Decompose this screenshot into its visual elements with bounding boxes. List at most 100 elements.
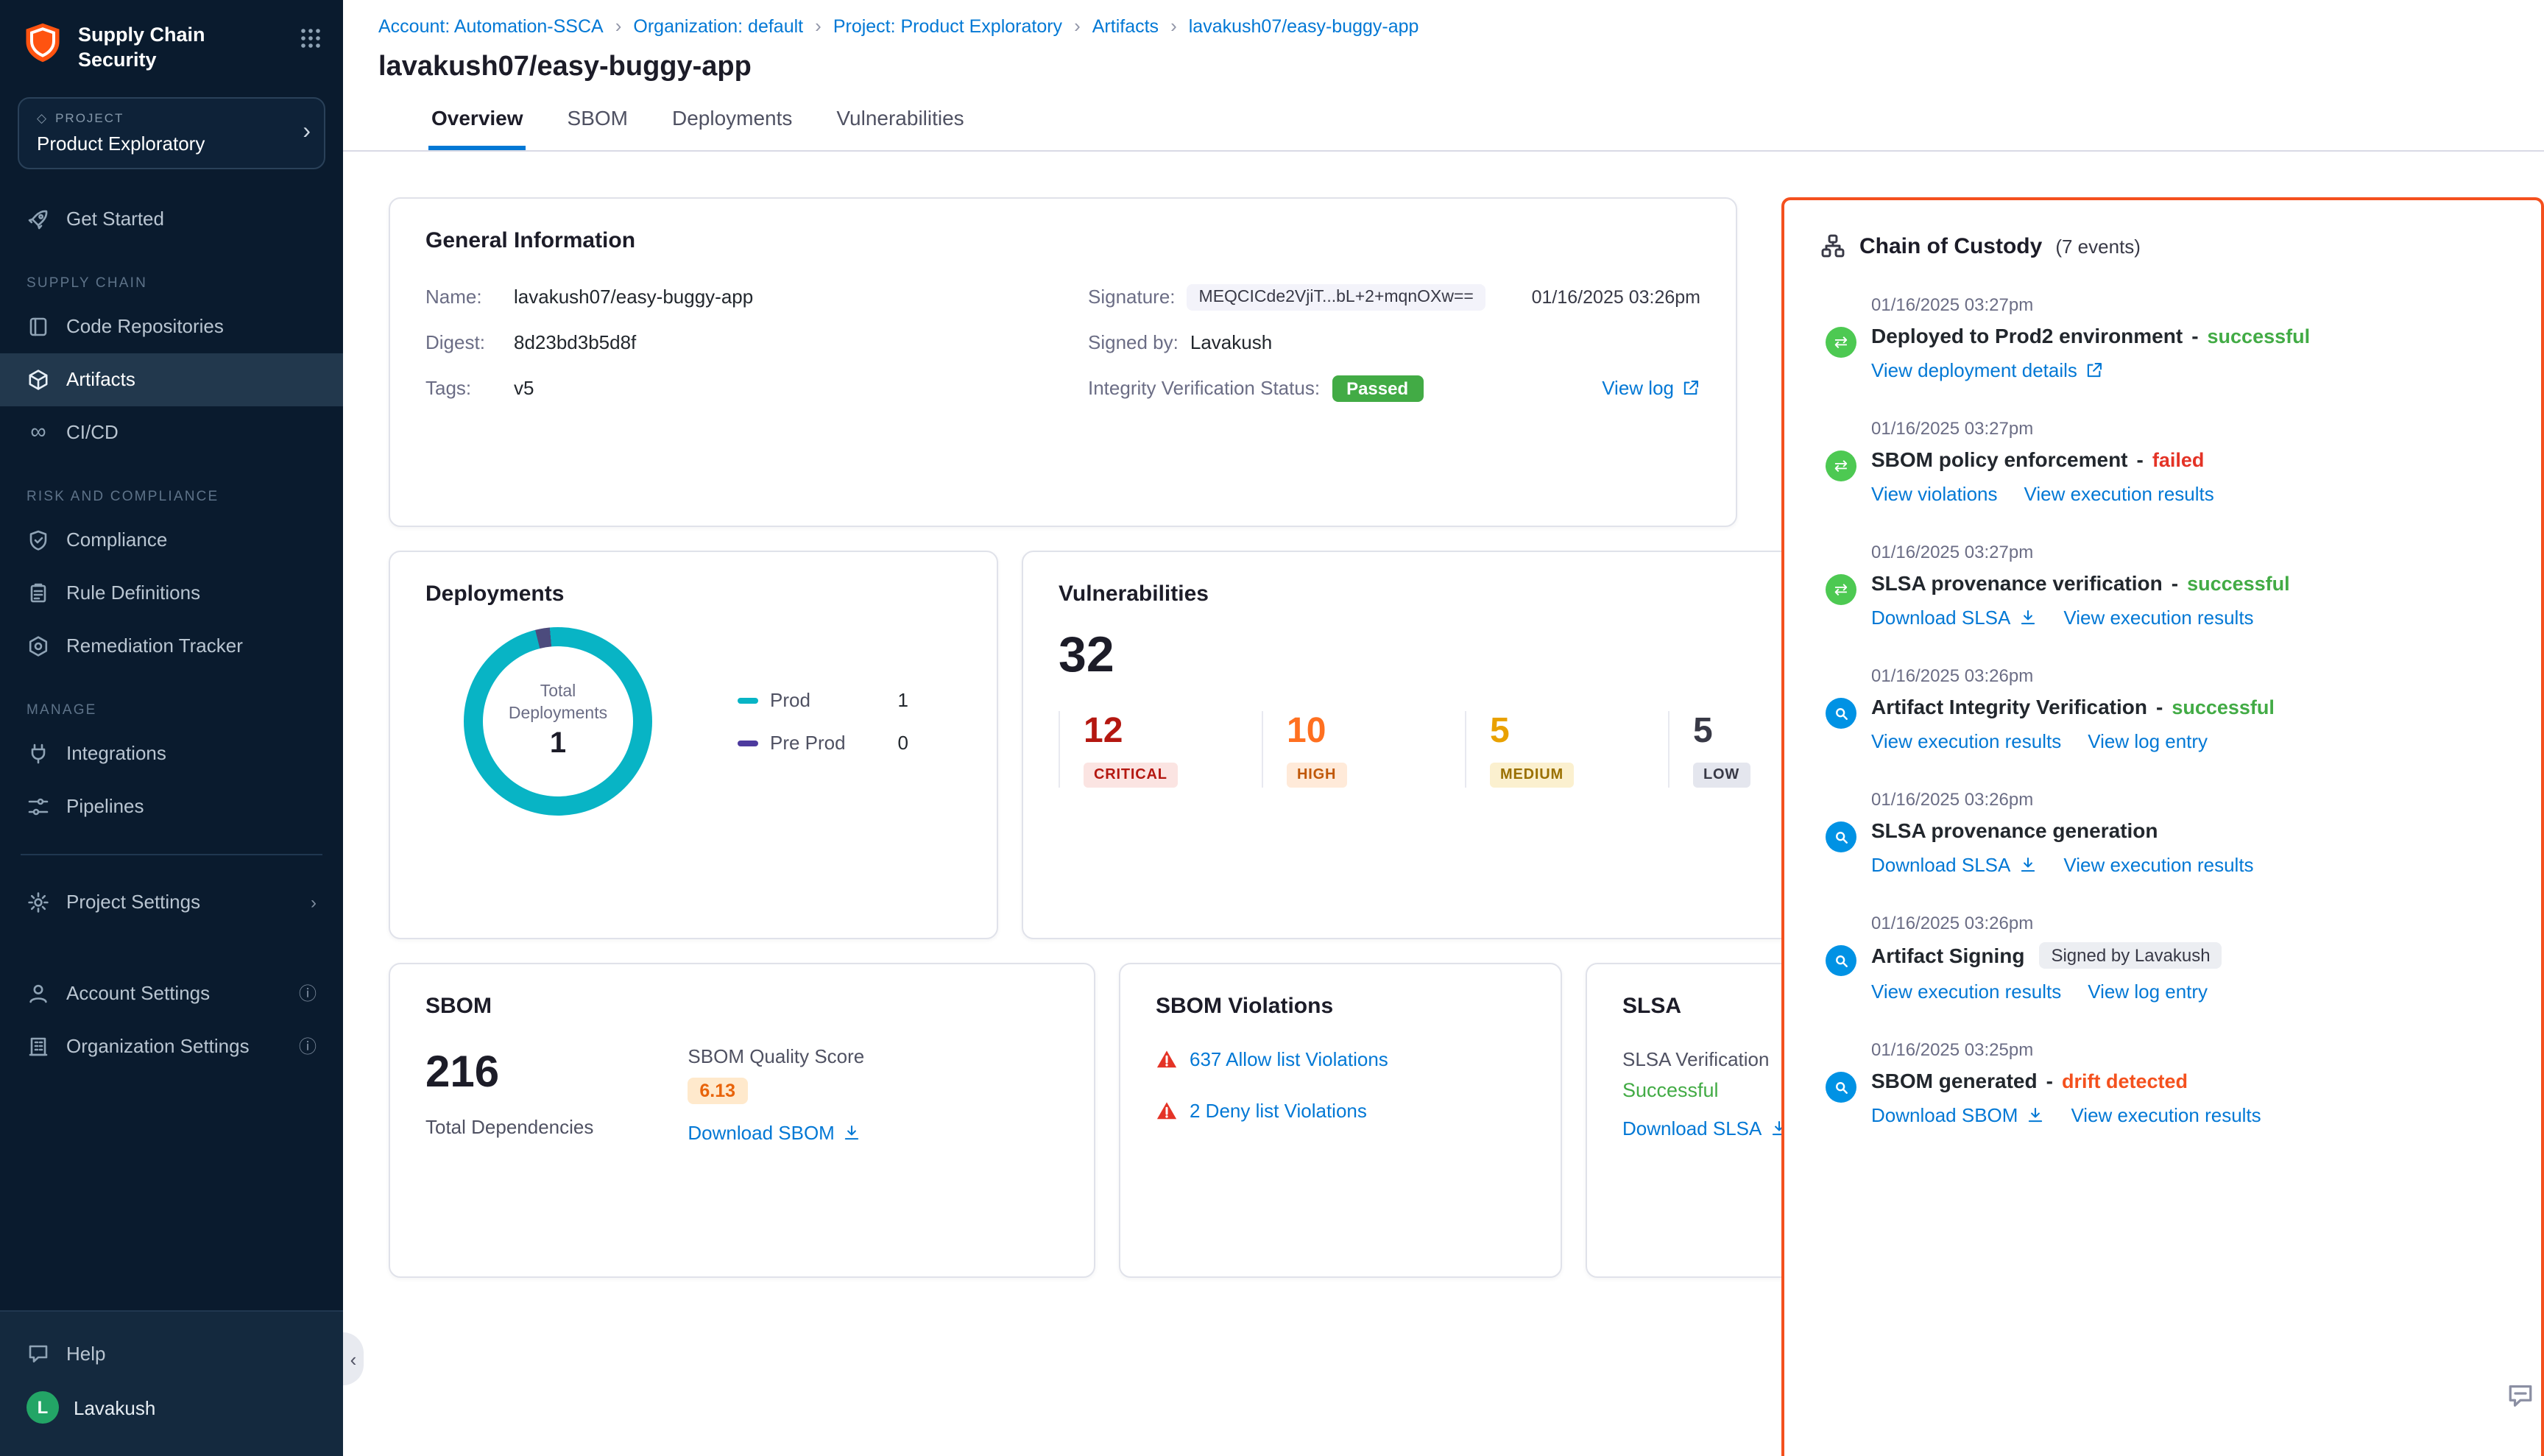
sbom-total-label: Total Dependencies [425,1116,593,1138]
card-title: SLSA [1622,994,1788,1019]
sidebar-item-label: Project Settings [66,891,200,913]
legend-label: Prod [770,689,810,711]
severity-count: 12 [1084,711,1262,752]
sidebar-item-account-settings[interactable]: Account Settings ⓘ [0,967,343,1020]
event-title: SBOM generated [1871,1069,2038,1092]
download-slsa-link[interactable]: Download SLSA [1871,607,2037,629]
event-title: Deployed to Prod2 environment [1871,324,2183,347]
view-deployment-details-link[interactable]: View deployment details [1871,359,2104,381]
event-title: Artifact Signing [1871,944,2024,967]
vulnerabilities-card: Vulnerabilities 32 12 CRITICAL 10 HIGH 5 [1022,551,1908,939]
breadcrumb-account[interactable]: Account: Automation-SSCA [378,15,604,36]
event-separator: - [2137,448,2144,471]
sidebar-item-code-repositories[interactable]: Code Repositories [0,300,343,353]
view-execution-results-link[interactable]: View execution results [1871,980,2061,1003]
breadcrumb-separator-icon: › [1170,15,1177,37]
sidebar-item-help[interactable]: Help [0,1326,343,1379]
legend-dash-icon [738,697,758,703]
rocket-icon [26,208,50,231]
view-execution-results-link[interactable]: View execution results [2063,854,2253,876]
coc-event-slsa-provenance-generation: 01/16/2025 03:26pm SLSA provenance gener… [1820,789,2506,876]
integrity-status-label: Integrity Verification Status: [1088,377,1320,399]
breadcrumb-organization[interactable]: Organization: default [633,15,803,36]
cards-area: General Information Name: lavakush07/eas… [389,197,1737,1278]
view-violations-link[interactable]: View violations [1871,483,1998,505]
view-log-link[interactable]: View log [1602,377,1700,399]
slsa-verification-status: Successful [1622,1079,1788,1101]
legend-item-prod: Prod 1 [738,689,908,711]
severity-chip: LOW [1693,763,1750,788]
card-title: Vulnerabilities [1059,582,1871,607]
severity-breakdown: 12 CRITICAL 10 HIGH 5 MEDIUM 5 [1059,711,1871,788]
event-title: Artifact Integrity Verification [1871,695,2147,718]
info-icon[interactable]: ⓘ [299,981,317,1006]
legend-value: 1 [898,689,908,711]
app-title: Supply Chain Security [78,21,286,74]
chain-of-custody-title: Chain of Custody [1859,233,2042,258]
event-timestamp: 01/16/2025 03:27pm [1871,542,2506,562]
sidebar-footer: Help L Lavakush [0,1310,343,1456]
download-slsa-link[interactable]: Download SLSA [1871,854,2037,876]
sidebar-item-label: Pipelines [66,796,144,818]
supply-chain-security-logo-icon [21,21,65,65]
module-grid-icon[interactable] [299,26,322,50]
download-icon [2018,855,2037,874]
card-title: General Information [425,228,1700,253]
download-icon [2025,1106,2044,1125]
sidebar-item-label: Help [66,1342,106,1364]
card-title: Deployments [425,582,961,607]
sidebar-item-pipelines[interactable]: Pipelines [0,780,343,833]
event-timestamp: 01/16/2025 03:26pm [1871,665,2506,686]
link-label: Download SLSA [1871,607,2010,629]
event-timestamp: 01/16/2025 03:27pm [1871,418,2506,439]
coc-event-artifact-integrity-verification: 01/16/2025 03:26pm Artifact Integrity Ve… [1820,665,2506,752]
sidebar-item-remediation-tracker[interactable]: Remediation Tracker [0,620,343,673]
view-log-entry-link[interactable]: View log entry [2088,980,2208,1003]
warning-triangle-icon [1156,1100,1178,1122]
person-icon [26,982,50,1006]
tab-sbom[interactable]: SBOM [565,106,631,150]
tab-vulnerabilities[interactable]: Vulnerabilities [833,106,967,150]
user-menu[interactable]: L Lavakush [0,1379,343,1435]
coc-event-artifact-signing: 01/16/2025 03:26pm Artifact Signing Sign… [1820,913,2506,1003]
sidebar-item-compliance[interactable]: Compliance [0,514,343,567]
project-selector[interactable]: ◇ PROJECT Product Exploratory › [18,97,325,169]
view-execution-results-link[interactable]: View execution results [1871,730,2061,752]
sidebar-item-project-settings[interactable]: Project Settings › [0,876,343,929]
download-slsa-link[interactable]: Download SLSA [1622,1117,1788,1139]
sidebar-item-cicd[interactable]: ∞ CI/CD [0,406,343,459]
legend-label: Pre Prod [770,732,846,754]
tab-deployments[interactable]: Deployments [669,106,795,150]
info-icon[interactable]: ⓘ [299,1034,317,1059]
view-log-entry-link[interactable]: View log entry [2088,730,2208,752]
sidebar-item-get-started[interactable]: Get Started [0,193,343,246]
sitemap-icon [1820,233,1846,259]
allow-list-violations-link[interactable]: 637 Allow list Violations [1190,1048,1388,1070]
app-logo-row: Supply Chain Security [0,0,343,74]
tab-overview[interactable]: Overview [428,106,526,150]
download-sbom-link[interactable]: Download SBOM [688,1122,861,1144]
breadcrumb-artifacts[interactable]: Artifacts [1092,15,1159,36]
signed-by-value: Lavakush [1190,331,1272,353]
chevron-right-icon: › [303,120,311,146]
feedback-bubble-icon[interactable] [2506,1381,2535,1418]
link-label: Download SBOM [1871,1104,2018,1126]
sidebar-item-integrations[interactable]: Integrations [0,727,343,780]
sidebar-item-rule-definitions[interactable]: Rule Definitions [0,567,343,620]
sidebar-item-organization-settings[interactable]: Organization Settings ⓘ [0,1020,343,1073]
view-execution-results-link[interactable]: View execution results [2063,607,2253,629]
severity-chip: HIGH [1287,763,1346,788]
legend-value: 0 [898,732,908,754]
signed-by-badge: Signed by Lavakush [2039,942,2222,969]
download-icon [2018,608,2037,627]
view-execution-results-link[interactable]: View execution results [2071,1104,2261,1126]
app-title-line1: Supply Chain [78,24,286,49]
breadcrumb-current-artifact[interactable]: lavakush07/easy-buggy-app [1189,15,1419,36]
signature-value-chip: MEQCICde2VjiT...bL+2+mqnOXw== [1187,283,1485,310]
sidebar-item-artifacts[interactable]: Artifacts [0,353,343,406]
view-execution-results-link[interactable]: View execution results [2024,483,2214,505]
breadcrumb-project[interactable]: Project: Product Exploratory [833,15,1062,36]
sbom-card: SBOM 216 Total Dependencies SBOM Quality… [389,963,1095,1278]
download-sbom-link[interactable]: Download SBOM [1871,1104,2044,1126]
deny-list-violations-link[interactable]: 2 Deny list Violations [1190,1100,1367,1122]
